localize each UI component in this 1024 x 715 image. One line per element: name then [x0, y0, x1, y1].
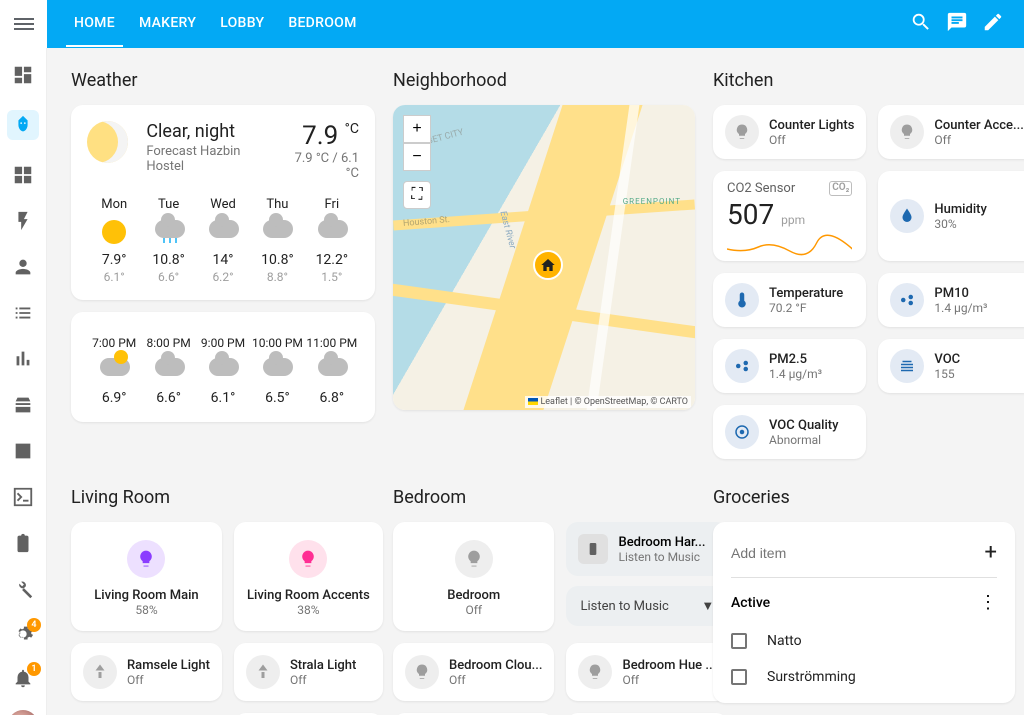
bedroom-cloud[interactable]: Bedroom Clou...Off [393, 643, 554, 701]
nav-clipboard-icon[interactable] [11, 532, 35, 554]
nav-dashboard-icon[interactable] [11, 64, 35, 86]
nav-energy-icon[interactable] [11, 210, 35, 232]
kitchen-humidity[interactable]: Humidity30% [878, 171, 1024, 261]
tab-makery[interactable]: MAKERY [131, 1, 204, 47]
sidebar: 4 1 [0, 48, 47, 715]
section-kitchen-title: Kitchen [713, 70, 1015, 91]
tab-bedroom[interactable]: BEDROOM [280, 1, 364, 47]
nav-hacs-icon[interactable] [11, 394, 35, 416]
kitchen-pm25[interactable]: PM2.51.4 µg/m³ [713, 339, 866, 393]
zoom-out-button[interactable]: − [403, 143, 431, 171]
bedroom-select[interactable]: Listen to Music▼ [566, 586, 728, 626]
kitchen-voc[interactable]: VOC155 [878, 339, 1024, 393]
topbar: HOME MAKERY LOBBY BEDROOM [0, 0, 1024, 48]
tabs: HOME MAKERY LOBBY BEDROOM [66, 1, 365, 47]
tab-lobby[interactable]: LOBBY [212, 1, 272, 47]
nav-terminal-icon[interactable] [11, 486, 35, 508]
kitchen-co2[interactable]: CO2 SensorCO₂ 507 ppm [713, 171, 866, 261]
living-main[interactable]: Living Room Main58% [71, 522, 222, 631]
weather-range: 7.9 °C / 6.1 °C [279, 151, 359, 181]
nav-cat-icon[interactable] [7, 110, 39, 140]
weather-hours-card[interactable]: 7:00 PM6.9° 8:00 PM6.6° 9:00 PM6.1° 10:0… [71, 312, 375, 422]
kitchen-counter-acc[interactable]: Counter Acce...Off [878, 105, 1024, 159]
hamburger-area [0, 0, 47, 48]
section-living-title: Living Room [71, 487, 375, 508]
user-avatar[interactable] [8, 710, 38, 715]
kitchen-counter-lights[interactable]: Counter LightsOff [713, 105, 866, 159]
living-accents[interactable]: Living Room Accents38% [234, 522, 383, 631]
weather-condition: Clear, night [146, 121, 279, 142]
section-neighborhood-title: Neighborhood [393, 70, 695, 91]
groceries-card: + Active ⋮ Natto Surströmming [713, 522, 1015, 703]
moon-icon [87, 121, 128, 163]
groceries-input[interactable] [731, 545, 944, 561]
chat-icon[interactable] [946, 11, 968, 37]
weather-temp: 7.9 [302, 121, 338, 151]
kitchen-temp[interactable]: Temperature70.2 °F [713, 273, 866, 327]
map-card[interactable]: East River ABET CITY GREENPOINT Houston … [393, 105, 695, 410]
hamburger-button[interactable] [4, 4, 44, 44]
weather-location: Forecast Hazbin Hostel [146, 144, 279, 174]
nav-devtools-icon[interactable] [11, 578, 35, 602]
grocery-item-surstromming[interactable]: Surströmming [731, 659, 997, 695]
checkbox[interactable] [731, 633, 747, 649]
section-groceries-title: Groceries [713, 487, 1015, 508]
bedroom-harmony[interactable]: Bedroom Har...Listen to Music [566, 522, 728, 576]
grocery-item-natto[interactable]: Natto [731, 623, 997, 659]
section-weather-title: Weather [71, 70, 375, 91]
edit-icon[interactable] [982, 11, 1004, 37]
search-icon[interactable] [910, 11, 932, 37]
map-attribution: Leaflet | © OpenStreetMap, © CARTO [525, 396, 691, 408]
nav-media-icon[interactable] [11, 440, 35, 462]
map-home-marker[interactable] [533, 250, 563, 280]
living-strala[interactable]: Strala LightOff [234, 643, 383, 701]
co2-icon: CO₂ [829, 181, 852, 196]
notif-badge: 1 [27, 662, 41, 676]
groceries-active-label: Active [731, 595, 770, 611]
add-item-button[interactable]: + [985, 540, 997, 565]
nav-grid-icon[interactable] [11, 164, 35, 186]
kitchen-vocq[interactable]: VOC QualityAbnormal [713, 405, 866, 459]
bedroom-main[interactable]: BedroomOff [393, 522, 554, 631]
nav-notifications-icon[interactable]: 1 [11, 666, 35, 690]
bedroom-hue[interactable]: Bedroom Hue ...Off [566, 643, 728, 701]
living-ramsele[interactable]: Ramsele LightOff [71, 643, 222, 701]
nav-chart-icon[interactable] [11, 348, 35, 370]
checkbox[interactable] [731, 669, 747, 685]
weather-card[interactable]: Clear, night Forecast Hazbin Hostel 7.9 … [71, 105, 375, 300]
nav-list-icon[interactable] [11, 302, 35, 324]
fullscreen-button[interactable]: ⛶ [403, 181, 431, 209]
zoom-in-button[interactable]: + [403, 115, 431, 143]
tab-home[interactable]: HOME [66, 1, 123, 47]
kitchen-pm10[interactable]: PM101.4 µg/m³ [878, 273, 1024, 327]
groceries-menu-icon[interactable]: ⋮ [979, 592, 997, 613]
nav-settings-icon[interactable]: 4 [11, 622, 35, 646]
nav-person-icon[interactable] [11, 256, 35, 278]
section-bedroom-title: Bedroom [393, 487, 695, 508]
settings-badge: 4 [27, 618, 41, 632]
